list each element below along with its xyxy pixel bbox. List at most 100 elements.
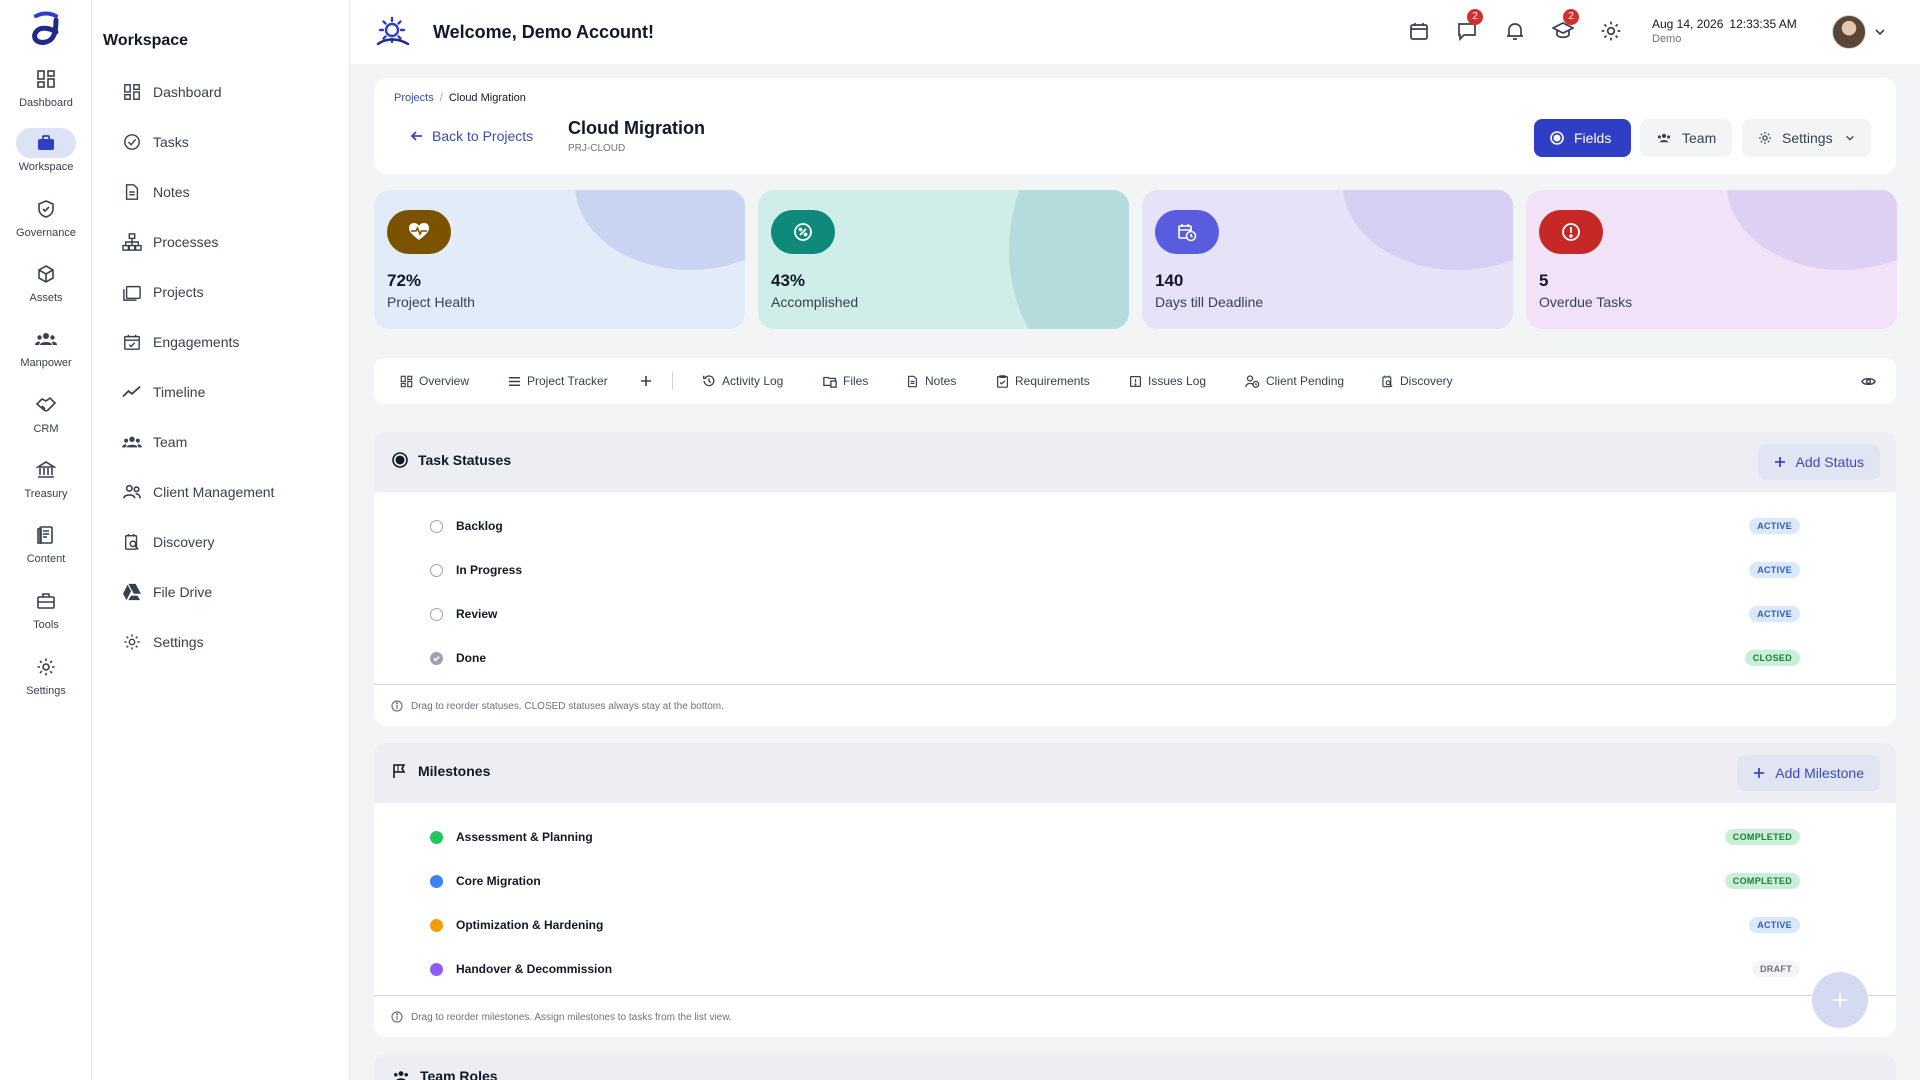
rail-item-treasury[interactable]: Treasury: [0, 455, 92, 515]
bell-icon[interactable]: [1504, 20, 1528, 44]
rail-label: Tools: [33, 619, 59, 631]
rail-item-content[interactable]: Content: [0, 520, 92, 580]
tab-project-tracker[interactable]: Project Tracker: [508, 371, 608, 391]
settings-dropdown-button[interactable]: Settings: [1742, 119, 1871, 157]
status-badge: COMPLETED: [1724, 829, 1800, 845]
plus-icon: [641, 376, 651, 386]
back-to-projects-link[interactable]: Back to Projects: [410, 128, 533, 144]
rail-item-tools[interactable]: Tools: [0, 586, 92, 646]
sidebar-item-timeline[interactable]: Timeline: [121, 377, 205, 407]
breadcrumb-projects[interactable]: Projects: [394, 92, 434, 104]
calendar-icon[interactable]: [1408, 20, 1432, 44]
status-badge: COMPLETED: [1724, 873, 1800, 889]
sidebar-item-engagements[interactable]: Engagements: [121, 327, 239, 357]
list-item[interactable]: Review ACTIVE: [374, 592, 1896, 636]
sidebar-item-label: Projects: [153, 284, 204, 300]
chevron-down-icon: [1845, 135, 1854, 141]
rail-item-governance[interactable]: Governance: [0, 194, 92, 254]
rail-item-crm[interactable]: CRM: [0, 390, 92, 450]
section-header: Task Statuses Add Status: [374, 432, 1896, 492]
card-decoration: [575, 190, 745, 270]
learning-badge: 2: [1563, 9, 1579, 25]
status-name: Done: [456, 651, 486, 665]
people-icon: [1657, 133, 1671, 143]
current-date: Aug 14, 2026: [1652, 17, 1724, 31]
tab-issues-log[interactable]: Issues Log: [1129, 371, 1206, 391]
section-title: Milestones: [392, 763, 490, 779]
brand-icon[interactable]: [376, 16, 410, 48]
rail-item-settings[interactable]: Settings: [0, 652, 92, 712]
tab-activity-log[interactable]: Activity Log: [702, 371, 783, 391]
list-item[interactable]: Optimization & Hardening ACTIVE: [374, 903, 1896, 947]
messages-badge: 2: [1467, 9, 1483, 25]
sidebar-item-settings[interactable]: Settings: [121, 627, 204, 657]
section-title-text: Team Roles: [420, 1068, 498, 1080]
sidebar-item-discovery[interactable]: Discovery: [121, 527, 214, 557]
rail-item-manpower[interactable]: Manpower: [0, 324, 92, 384]
clients-icon: [121, 481, 143, 503]
sidebar-item-processes[interactable]: Processes: [121, 227, 218, 257]
percent-badge-icon: [771, 210, 835, 254]
sidebar-item-label: Team: [153, 434, 188, 450]
tab-client-pending[interactable]: Client Pending: [1245, 371, 1344, 391]
sidebar-item-tasks[interactable]: Tasks: [121, 127, 189, 157]
sidebar-item-label: Dashboard: [153, 84, 222, 100]
toolbox-icon: [16, 586, 76, 616]
gear-icon[interactable]: [1600, 20, 1624, 44]
sidebar-item-label: Settings: [153, 634, 204, 650]
welcome-title: Welcome, Demo Account!: [433, 22, 655, 42]
add-status-label: Add Status: [1795, 454, 1865, 470]
status-circle-icon: [430, 520, 443, 533]
people-icon: [121, 431, 143, 453]
rail-item-assets[interactable]: Assets: [0, 259, 92, 319]
list-item[interactable]: Handover & Decommission DRAFT: [374, 947, 1896, 991]
list-item[interactable]: Assessment & Planning COMPLETED: [374, 815, 1896, 859]
card-decoration: [1009, 190, 1129, 329]
sidebar-item-file-drive[interactable]: File Drive: [121, 577, 212, 607]
list-item[interactable]: Backlog ACTIVE: [374, 504, 1896, 548]
tab-notes[interactable]: Notes: [906, 371, 956, 391]
list-item[interactable]: Done CLOSED: [374, 636, 1896, 680]
list-item[interactable]: In Progress ACTIVE: [374, 548, 1896, 592]
files-icon: [823, 376, 837, 388]
fields-button[interactable]: Fields: [1534, 119, 1631, 157]
current-time: 12:33:35 AM: [1729, 17, 1797, 31]
add-milestone-button[interactable]: Add Milestone: [1737, 755, 1880, 791]
add-tab-button[interactable]: [640, 371, 658, 391]
section-footer: Drag to reorder statuses. CLOSED statuse…: [374, 684, 1896, 726]
stat-value: 43%: [771, 271, 806, 290]
bank-icon: [16, 455, 76, 485]
rail-item-workspace[interactable]: Workspace: [0, 128, 92, 188]
sidebar-item-team[interactable]: Team: [121, 427, 187, 457]
floating-add-button[interactable]: [1812, 972, 1868, 1028]
sidebar-item-projects[interactable]: Projects: [121, 277, 204, 307]
search-doc-icon: [121, 531, 143, 553]
rail-item-dashboard[interactable]: Dashboard: [0, 64, 92, 124]
app-logo[interactable]: [28, 10, 64, 48]
top-header: Welcome, Demo Account! 2 2 Aug 14, 2026 1…: [350, 0, 1920, 64]
eye-icon[interactable]: [1861, 371, 1882, 391]
tab-overview[interactable]: Overview: [400, 371, 469, 391]
section-header: Milestones Add Milestone: [374, 743, 1896, 803]
chevron-down-icon[interactable]: [1874, 26, 1886, 38]
rail-label: Dashboard: [19, 97, 73, 109]
sidebar-item-client-management[interactable]: Client Management: [121, 477, 274, 507]
team-button[interactable]: Team: [1640, 119, 1733, 157]
add-status-button[interactable]: Add Status: [1757, 444, 1880, 480]
sidebar-item-dashboard[interactable]: Dashboard: [121, 77, 222, 107]
tab-requirements[interactable]: Requirements: [996, 371, 1090, 391]
messages-icon[interactable]: 2: [1456, 9, 1483, 44]
rail-label: Settings: [26, 685, 66, 697]
project-header: Projects / Cloud Migration Back to Project…: [374, 78, 1896, 174]
stat-label: Accomplished: [771, 294, 859, 310]
milestone-name: Core Migration: [456, 874, 541, 888]
graduation-cap-icon[interactable]: 2: [1552, 9, 1579, 44]
list-item[interactable]: Core Migration COMPLETED: [374, 859, 1896, 903]
sidebar-item-label: Tasks: [153, 134, 189, 150]
sidebar-item-notes[interactable]: Notes: [121, 177, 190, 207]
avatar[interactable]: [1832, 15, 1866, 49]
list-icon: [508, 376, 521, 386]
tab-discovery[interactable]: Discovery: [1381, 371, 1453, 391]
project-tabs: Overview Project Tracker Activity Log Fi…: [374, 358, 1896, 404]
tab-files[interactable]: Files: [823, 371, 868, 391]
